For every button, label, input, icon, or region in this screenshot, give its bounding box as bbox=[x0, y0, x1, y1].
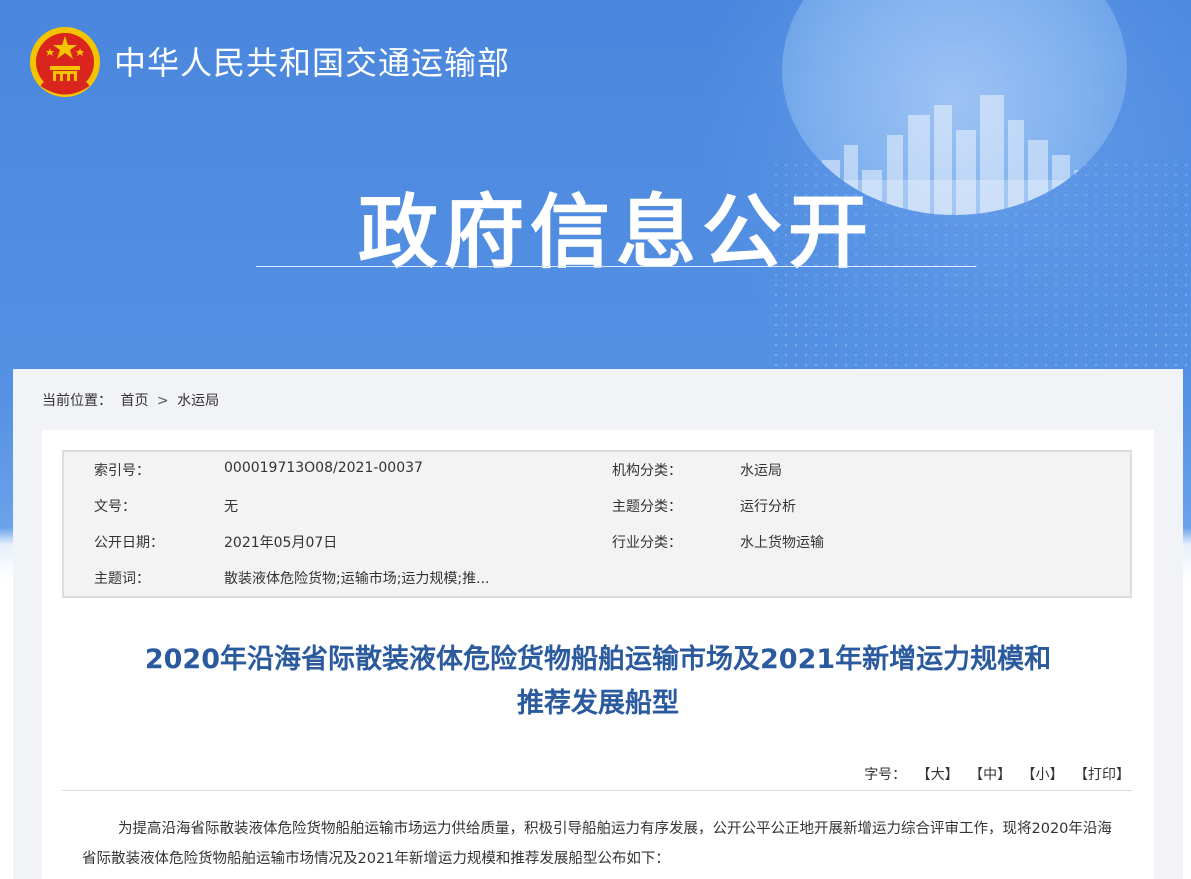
print-button[interactable]: 【打印】 bbox=[1074, 767, 1130, 783]
body-paragraph: 为提高沿海省际散装液体危险货物船舶运输市场运力供给质量，积极引导船舶运力有序发展… bbox=[82, 821, 1112, 867]
keywords-value: 散装液体危险货物;运输市场;运力规模;推... bbox=[224, 571, 490, 587]
index-number-value: 000019713O08/2021-00037 bbox=[224, 460, 423, 476]
document-number-label: 文号： bbox=[94, 499, 136, 515]
article-panel: 索引号： 000019713O08/2021-00037 机构分类： 水运局 文… bbox=[42, 430, 1154, 879]
agency-category-label: 机构分类： bbox=[612, 463, 682, 479]
content-area: 当前位置： 首页 > 水运局 索引号： 000019713O08/2021-00… bbox=[13, 369, 1183, 879]
topic-category-value: 运行分析 bbox=[740, 499, 796, 515]
breadcrumb: 当前位置： 首页 > 水运局 bbox=[42, 390, 219, 410]
metadata-table: 索引号： 000019713O08/2021-00037 机构分类： 水运局 文… bbox=[62, 450, 1132, 598]
font-small-button[interactable]: 【小】 bbox=[1022, 767, 1064, 783]
document-title: 2020年沿海省际散装液体危险货物船舶运输市场及2021年新增运力规模和 推荐发… bbox=[42, 638, 1154, 726]
font-size-controls: 字号： 【大】 【中】 【小】 【打印】 bbox=[864, 764, 1130, 784]
document-title-line: 推荐发展船型 bbox=[517, 688, 679, 719]
industry-category-label: 行业分类： bbox=[612, 535, 682, 551]
keywords-label: 主题词： bbox=[94, 571, 150, 587]
title-divider bbox=[62, 790, 1132, 791]
national-emblem-icon bbox=[30, 27, 100, 97]
banner-divider bbox=[256, 266, 976, 267]
breadcrumb-separator: > bbox=[156, 393, 169, 409]
breadcrumb-label: 当前位置： bbox=[42, 393, 112, 409]
font-medium-button[interactable]: 【中】 bbox=[969, 767, 1011, 783]
industry-category-value: 水上货物运输 bbox=[740, 535, 824, 551]
metadata-row: 主题词： 散装液体危险货物;运输市场;运力规模;推... bbox=[64, 560, 1130, 596]
agency-category-value: 水运局 bbox=[740, 463, 782, 479]
font-size-label: 字号： bbox=[864, 767, 907, 783]
publish-date-value: 2021年05月07日 bbox=[224, 535, 338, 551]
font-large-button[interactable]: 【大】 bbox=[917, 767, 959, 783]
document-number-value: 无 bbox=[224, 499, 238, 515]
metadata-row: 公开日期： 2021年05月07日 行业分类： 水上货物运输 bbox=[64, 524, 1130, 560]
breadcrumb-current-link[interactable]: 水运局 bbox=[177, 393, 219, 409]
ministry-name: 中华人民共和国交通运输部 bbox=[114, 44, 511, 82]
document-title-line: 2020年沿海省际散装液体危险货物船舶运输市场及2021年新增运力规模和 bbox=[144, 644, 1052, 675]
topic-category-label: 主题分类： bbox=[612, 499, 682, 515]
index-number-label: 索引号： bbox=[94, 463, 150, 479]
breadcrumb-home-link[interactable]: 首页 bbox=[120, 393, 148, 409]
metadata-row: 索引号： 000019713O08/2021-00037 机构分类： 水运局 bbox=[64, 452, 1130, 488]
publish-date-label: 公开日期： bbox=[94, 535, 164, 551]
metadata-row: 文号： 无 主题分类： 运行分析 bbox=[64, 488, 1130, 524]
